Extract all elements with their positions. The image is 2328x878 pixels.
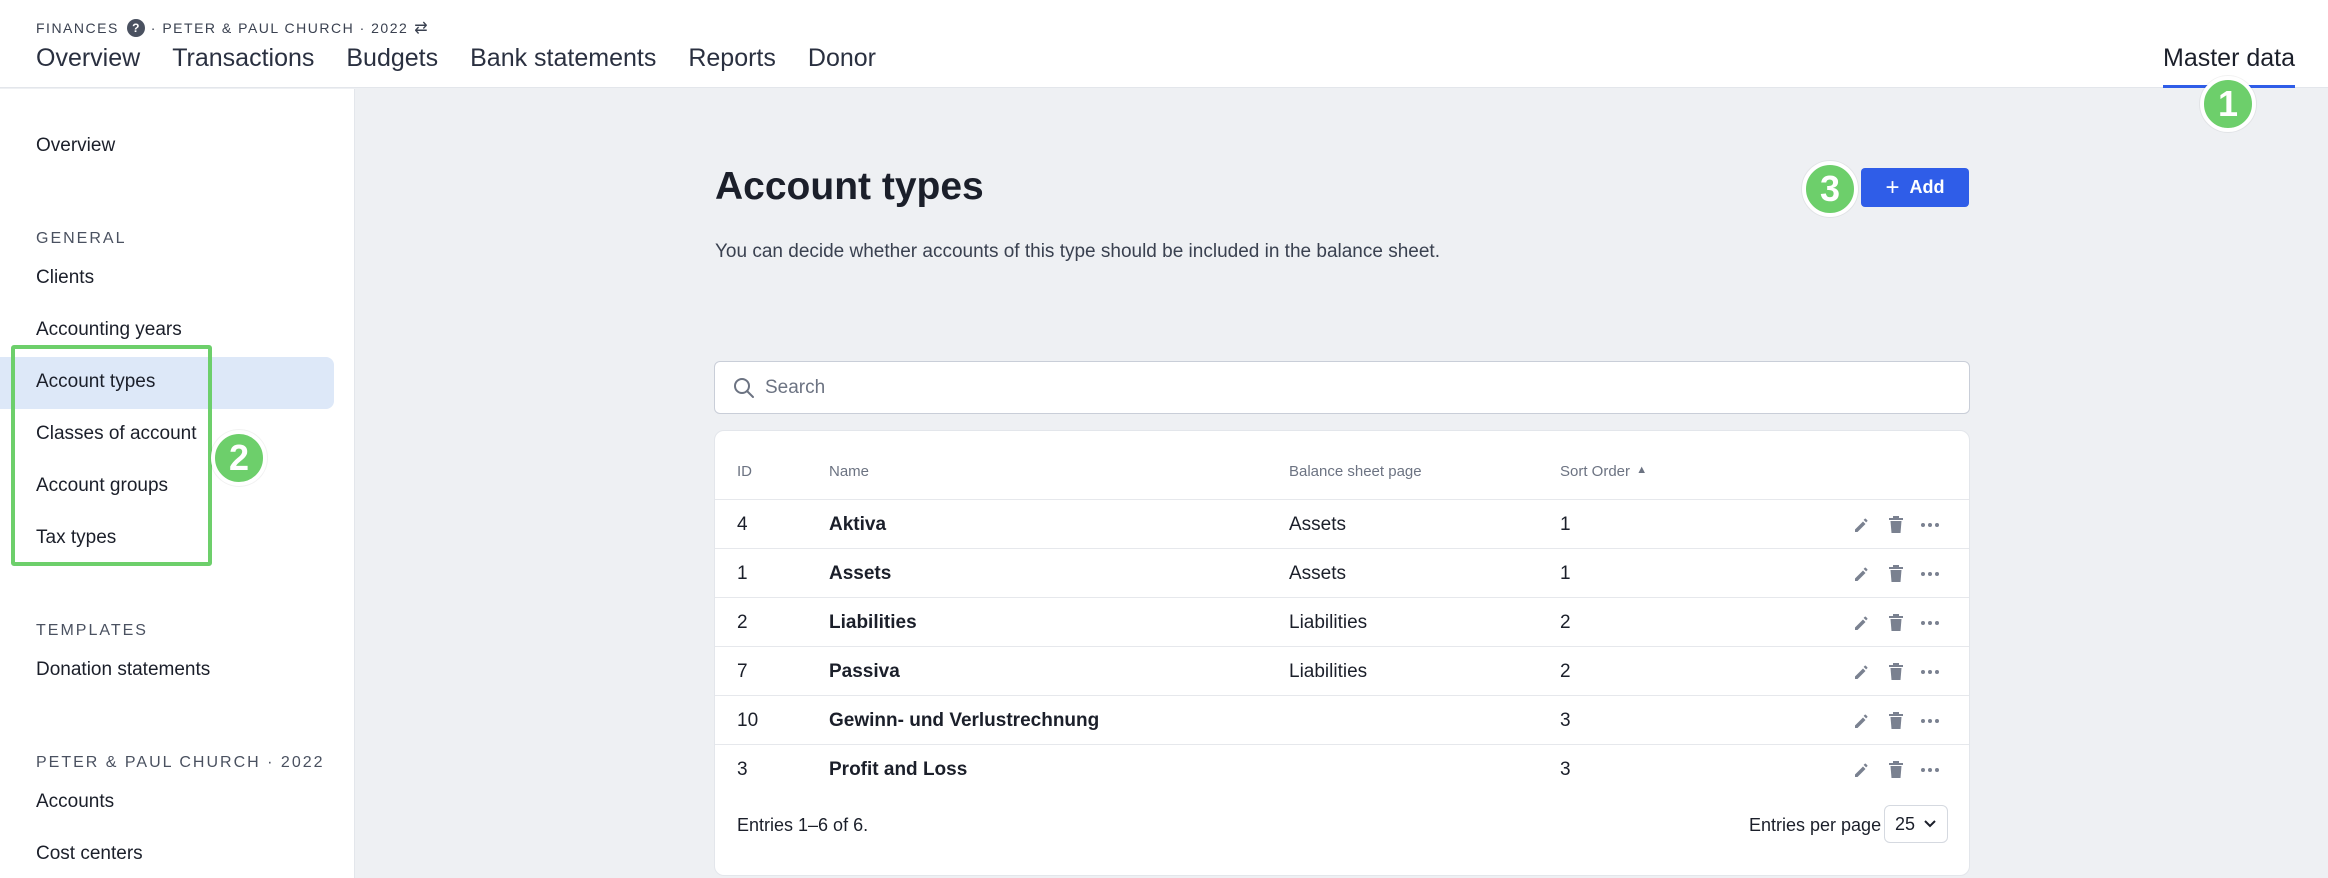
cell-sort-order: 2 bbox=[1560, 661, 1571, 682]
highlight-box bbox=[11, 345, 212, 566]
nav-budgets[interactable]: Budgets bbox=[346, 40, 438, 86]
entries-count: Entries 1–6 of 6. bbox=[737, 815, 869, 835]
edit-icon[interactable] bbox=[1849, 610, 1875, 636]
column-header-sort-order[interactable]: Sort Order ▲ bbox=[1560, 463, 1647, 480]
entries-per-page-select[interactable]: 25 bbox=[1884, 805, 1948, 843]
entries-per-page-value: 25 bbox=[1895, 813, 1916, 834]
sidebar-item-accounting-years[interactable]: Accounting years bbox=[36, 319, 182, 341]
cell-balance-sheet-page: Liabilities bbox=[1289, 612, 1368, 633]
top-header: FINANCES ? · PETER & PAUL CHURCH · 2022 … bbox=[0, 0, 2328, 88]
delete-icon[interactable] bbox=[1883, 610, 1909, 636]
delete-icon[interactable] bbox=[1883, 561, 1909, 587]
breadcrumb-context[interactable]: · PETER & PAUL CHURCH · 2022 bbox=[151, 20, 409, 36]
entries-per-page-label: Entries per page bbox=[1749, 815, 1882, 835]
more-options-icon[interactable] bbox=[1917, 659, 1943, 685]
sidebar-item-donation-statements[interactable]: Donation statements bbox=[36, 659, 210, 681]
cell-id: 7 bbox=[737, 661, 748, 682]
sidebar-item-overview[interactable]: Overview bbox=[36, 135, 115, 157]
column-header-balance-sheet-page[interactable]: Balance sheet page bbox=[1289, 463, 1422, 480]
page-description: You can decide whether accounts of this … bbox=[715, 241, 1440, 262]
cell-id: 10 bbox=[737, 710, 759, 731]
cell-id: 2 bbox=[737, 612, 748, 633]
row-actions bbox=[1849, 512, 1951, 538]
table-row[interactable]: 2 Liabilities Liabilities 2 bbox=[715, 597, 1969, 646]
sidebar-heading-general: GENERAL bbox=[36, 230, 127, 247]
callout-3: 3 bbox=[1802, 161, 1858, 217]
column-header-sort-order-label: Sort Order bbox=[1560, 463, 1631, 480]
cell-balance-sheet-page: Liabilities bbox=[1289, 661, 1368, 682]
search-input[interactable] bbox=[765, 362, 1955, 413]
edit-icon[interactable] bbox=[1849, 757, 1875, 783]
delete-icon[interactable] bbox=[1883, 708, 1909, 734]
row-actions bbox=[1849, 757, 1951, 783]
table-row[interactable]: 7 Passiva Liabilities 2 bbox=[715, 646, 1969, 695]
column-header-id[interactable]: ID bbox=[737, 463, 752, 480]
more-options-icon[interactable] bbox=[1917, 512, 1943, 538]
table-row[interactable]: 10 Gewinn- und Verlustrechnung 3 bbox=[715, 695, 1969, 744]
nav-transactions[interactable]: Transactions bbox=[172, 40, 314, 86]
cell-balance-sheet-page: Assets bbox=[1289, 563, 1347, 584]
main-nav: Overview Transactions Budgets Bank state… bbox=[36, 40, 908, 86]
cell-sort-order: 3 bbox=[1560, 759, 1571, 780]
sort-ascending-icon: ▲ bbox=[1636, 464, 1648, 476]
delete-icon[interactable] bbox=[1883, 757, 1909, 783]
cell-sort-order: 2 bbox=[1560, 612, 1571, 633]
cell-name: Gewinn- und Verlustrechnung bbox=[829, 710, 1100, 731]
callout-2: 2 bbox=[211, 430, 267, 486]
add-button-label: Add bbox=[1909, 177, 1945, 197]
more-options-icon[interactable] bbox=[1917, 610, 1943, 636]
table-row[interactable]: 3 Profit and Loss 3 bbox=[715, 744, 1969, 793]
cell-name: Liabilities bbox=[829, 612, 917, 633]
nav-reports[interactable]: Reports bbox=[688, 40, 776, 86]
table-row[interactable]: 4 Aktiva Assets 1 bbox=[715, 499, 1969, 548]
cell-balance-sheet-page: Assets bbox=[1289, 514, 1347, 535]
nav-overview[interactable]: Overview bbox=[36, 40, 140, 86]
delete-icon[interactable] bbox=[1883, 512, 1909, 538]
help-icon[interactable]: ? bbox=[126, 19, 145, 37]
sidebar-heading-org: PETER & PAUL CHURCH · 2022 bbox=[36, 754, 325, 771]
breadcrumb-app[interactable]: FINANCES bbox=[36, 20, 119, 36]
sidebar-heading-templates: TEMPLATES bbox=[36, 622, 148, 639]
row-actions bbox=[1849, 659, 1951, 685]
sidebar-item-cost-centers[interactable]: Cost centers bbox=[36, 843, 143, 865]
delete-icon[interactable] bbox=[1883, 659, 1909, 685]
nav-bank-statements[interactable]: Bank statements bbox=[470, 40, 656, 86]
edit-icon[interactable] bbox=[1849, 708, 1875, 734]
nav-donor[interactable]: Donor bbox=[808, 40, 876, 86]
cell-id: 3 bbox=[737, 759, 748, 780]
more-options-icon[interactable] bbox=[1917, 757, 1943, 783]
switch-context-icon[interactable]: ⇄ bbox=[414, 18, 427, 38]
callout-1: 1 bbox=[2200, 76, 2256, 132]
edit-icon[interactable] bbox=[1849, 512, 1875, 538]
row-actions bbox=[1849, 561, 1951, 587]
cell-name: Assets bbox=[829, 563, 892, 584]
cell-sort-order: 1 bbox=[1560, 563, 1571, 584]
more-options-icon[interactable] bbox=[1917, 561, 1943, 587]
cell-name: Profit and Loss bbox=[829, 759, 968, 780]
page-title: Account types bbox=[715, 165, 984, 208]
search-icon bbox=[734, 378, 754, 398]
more-options-icon[interactable] bbox=[1917, 708, 1943, 734]
cell-name: Passiva bbox=[829, 661, 900, 682]
sidebar-item-clients[interactable]: Clients bbox=[36, 267, 94, 289]
sidebar-item-accounts[interactable]: Accounts bbox=[36, 791, 114, 813]
add-button[interactable]: + Add bbox=[1861, 168, 1969, 207]
cell-name: Aktiva bbox=[829, 514, 887, 535]
column-header-name[interactable]: Name bbox=[829, 463, 869, 480]
plus-icon: + bbox=[1885, 173, 1900, 201]
cell-sort-order: 1 bbox=[1560, 514, 1571, 535]
cell-id: 4 bbox=[737, 514, 748, 535]
row-actions bbox=[1849, 610, 1951, 636]
table-row[interactable]: 1 Assets Assets 1 bbox=[715, 548, 1969, 597]
cell-sort-order: 3 bbox=[1560, 710, 1571, 731]
breadcrumb: FINANCES ? · PETER & PAUL CHURCH · 2022 … bbox=[36, 18, 428, 38]
search-box[interactable] bbox=[714, 361, 1970, 414]
row-actions bbox=[1849, 708, 1951, 734]
cell-id: 1 bbox=[737, 563, 748, 584]
account-types-table: ID Name Balance sheet page Sort Order ▲ … bbox=[714, 430, 1970, 876]
chevron-down-icon bbox=[1924, 820, 1936, 828]
edit-icon[interactable] bbox=[1849, 561, 1875, 587]
edit-icon[interactable] bbox=[1849, 659, 1875, 685]
